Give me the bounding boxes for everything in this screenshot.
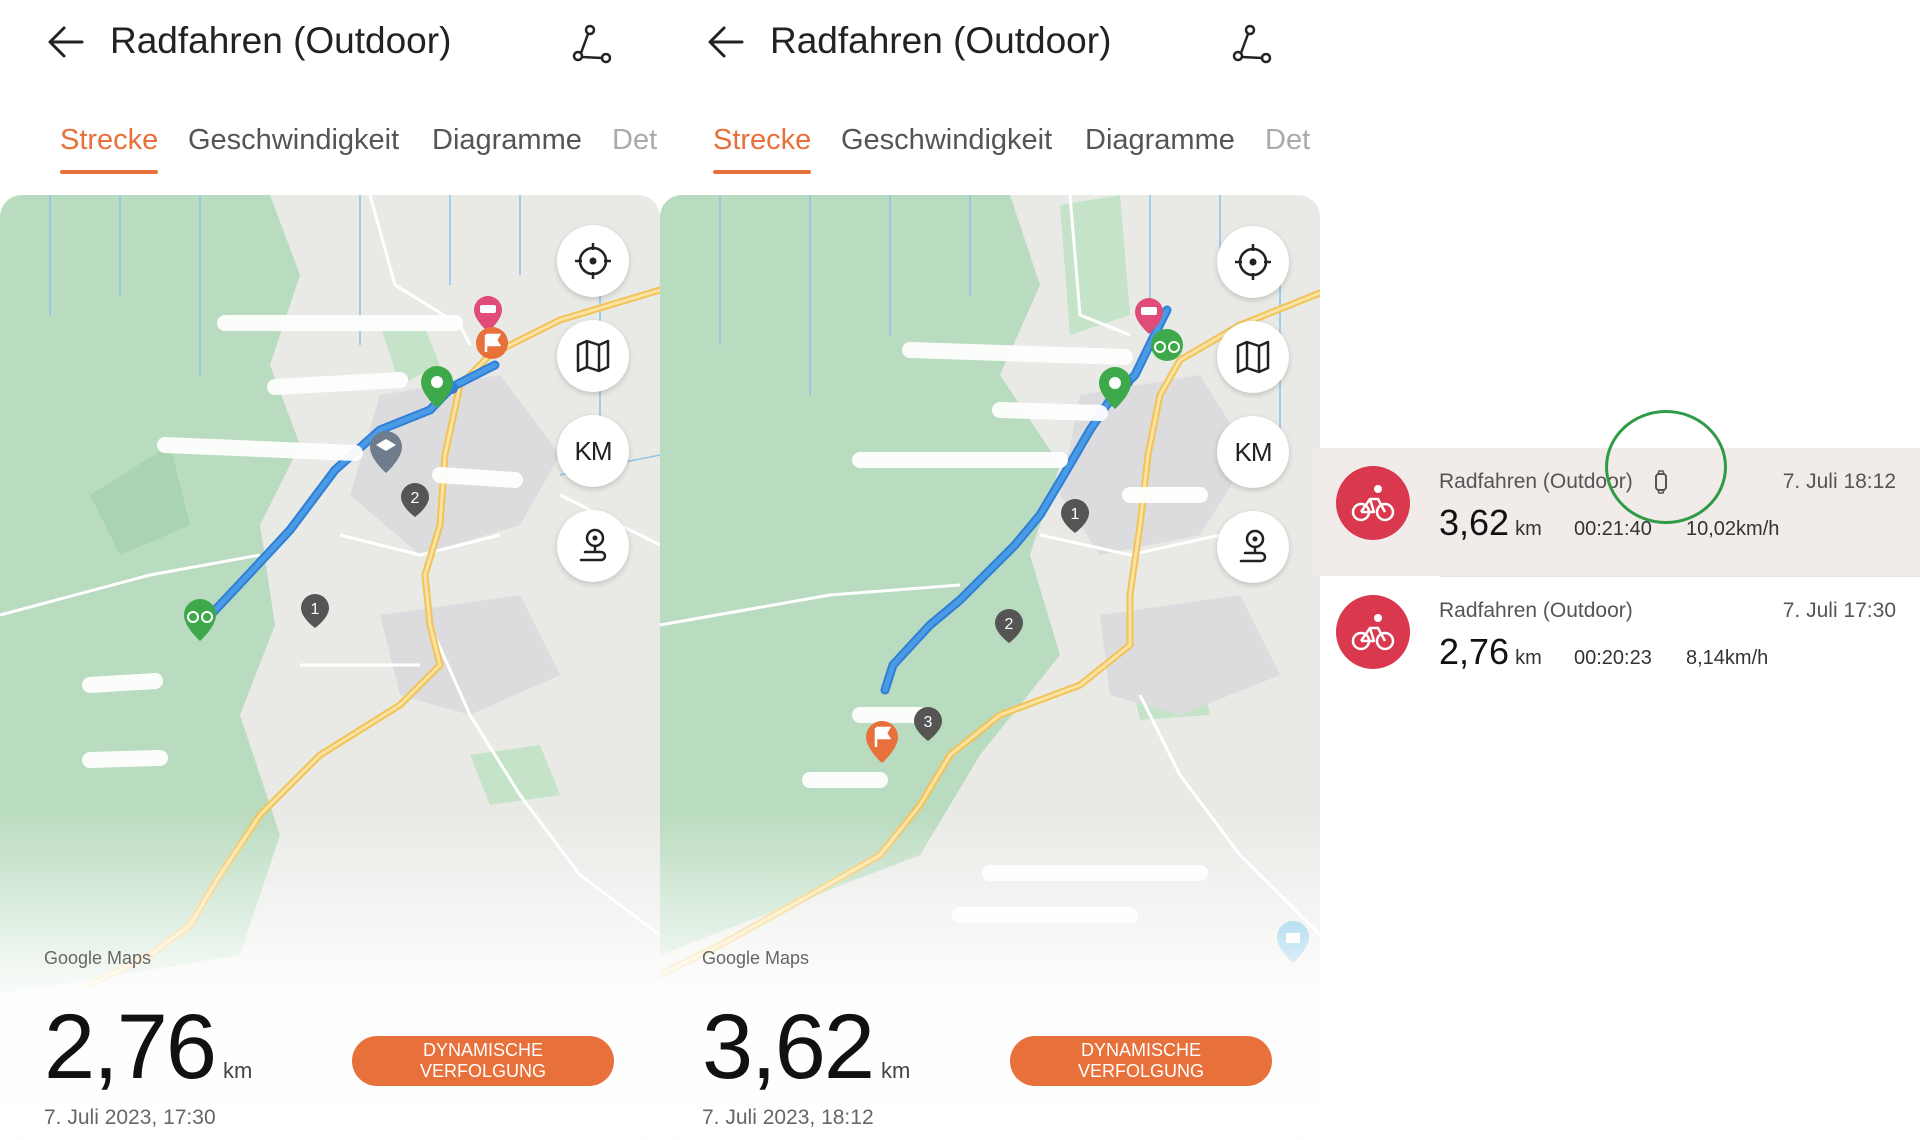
svg-text:2: 2 [411,490,420,507]
locate-button[interactable] [557,225,629,297]
map-layers-button[interactable] [557,320,629,392]
locate-button[interactable] [1217,226,1289,298]
locate-icon [575,243,611,279]
route-icon[interactable] [1228,22,1274,68]
active-tab-indicator [60,170,158,174]
activity-distance: 3,62 km [1439,502,1542,544]
activity-distance-value: 3,62 [1439,502,1510,543]
tab-bar: Strecke Geschwindigkeit Diagramme Det [660,124,1320,178]
locate-icon [1235,244,1271,280]
svg-text:1: 1 [1071,506,1080,523]
activity-datetime: 7. Juli 2023, 18:12 [702,1106,874,1129]
km-toggle-button[interactable]: KM [557,415,629,487]
activity-distance-unit: km [1515,647,1542,669]
activity-date: 7. Juli 18:12 [1782,470,1896,493]
activity-name: Radfahren (Outdoor) [1439,470,1633,493]
route-pin-icon [1239,529,1267,563]
map-layers-icon [1236,340,1270,374]
activity-speed: 10,02km/h [1686,518,1780,540]
dynamic-tracking-button[interactable]: DYNAMISCHE VERFOLGUNG [1010,1036,1272,1086]
distance-unit: km [881,1058,911,1083]
back-arrow-icon[interactable] [706,22,746,62]
total-distance: 2,76 [44,996,217,1098]
activity-list-item[interactable]: Radfahren (Outdoor) 7. Juli 17:30 2,76 km… [1312,577,1920,705]
tab-geschwindigkeit[interactable]: Geschwindigkeit [841,124,1052,157]
route-pin-button[interactable] [557,510,629,582]
tab-strecke[interactable]: Strecke [60,124,158,157]
app-header: Radfahren (Outdoor) [0,0,660,90]
map-layers-button[interactable] [1217,321,1289,393]
activity-name: Radfahren (Outdoor) [1439,599,1633,622]
activity-duration: 00:21:40 [1574,518,1652,540]
activity-speed: 8,14km/h [1686,647,1769,669]
back-arrow-icon[interactable] [46,22,86,62]
cycling-activity-icon [1336,466,1410,540]
total-distance: 3,62 [702,996,875,1098]
activity-detail-panel-2: Radfahren (Outdoor) Strecke Geschwindigk… [660,0,1320,1140]
svg-text:2: 2 [1005,616,1014,633]
tab-bar: Strecke Geschwindigkeit Diagramme Det [0,124,660,178]
map-layers-icon [576,339,610,373]
tab-details[interactable]: Det [612,124,657,157]
active-tab-indicator [713,170,811,174]
svg-text:3: 3 [924,714,933,731]
map-attribution: Google Maps [44,948,152,968]
activity-distance-unit: km [1515,518,1542,540]
cycling-activity-icon [1336,595,1410,669]
svg-text:1: 1 [311,601,320,618]
app-header: Radfahren (Outdoor) [660,0,1320,90]
highlight-circle-annotation [1605,410,1727,524]
dynamic-tracking-button[interactable]: DYNAMISCHE VERFOLGUNG [352,1036,614,1086]
km-marker-1: 1 [301,594,329,628]
tab-diagramme[interactable]: Diagramme [1085,124,1235,157]
activity-detail-panel-1: Radfahren (Outdoor) Strecke Geschwindigk… [0,0,660,1140]
route-pin-button[interactable] [1217,511,1289,583]
finish-flag-marker-icon [476,327,508,359]
tab-strecke[interactable]: Strecke [713,124,811,157]
page-title: Radfahren (Outdoor) [110,20,452,61]
activity-date: 7. Juli 17:30 [1782,599,1896,622]
activity-distance: 2,76 km [1439,631,1542,673]
poi-hotel-pin-icon [474,296,502,332]
distance-unit: km [223,1058,253,1083]
km-toggle-button[interactable]: KM [1217,416,1289,488]
page-title: Radfahren (Outdoor) [770,20,1112,61]
tab-geschwindigkeit[interactable]: Geschwindigkeit [188,124,399,157]
activity-datetime: 7. Juli 2023, 17:30 [44,1106,216,1129]
route-icon[interactable] [568,22,614,68]
map-attribution: Google Maps [702,948,810,968]
activity-duration: 00:20:23 [1574,647,1652,669]
activity-distance-value: 2,76 [1439,631,1510,672]
tab-diagramme[interactable]: Diagramme [432,124,582,157]
tab-details[interactable]: Det [1265,124,1310,157]
route-pin-icon [579,528,607,562]
start-bike-marker-icon [1151,329,1183,361]
